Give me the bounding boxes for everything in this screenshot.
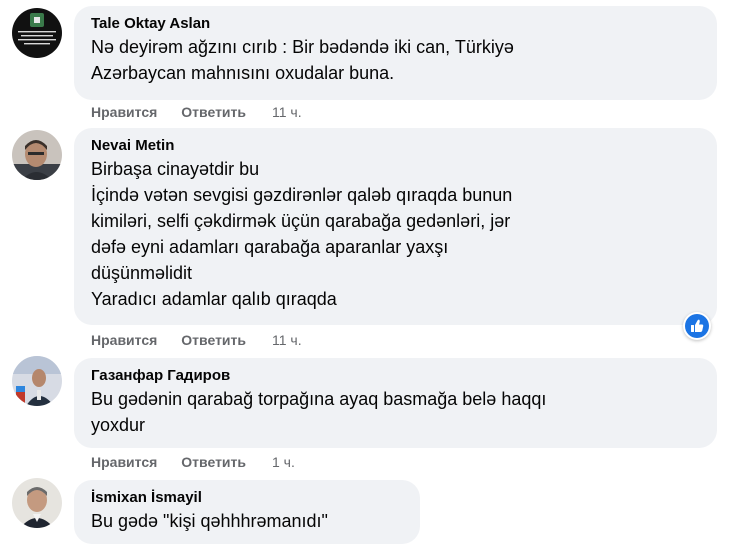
comment-timestamp[interactable]: 1 ч. [272,454,295,470]
comment-text-line: Birbaşa cinayətdir bu [91,159,260,179]
reply-button[interactable]: Ответить [181,454,246,470]
comment-text-line: Bu gədənin qarabağ torpağına ayaq basmağ… [91,389,547,409]
comment-text-line: İçində vətən sevgisi gəzdirənlər qaləb q… [91,185,513,205]
comment-bubble: Nevai Metin Birbaşa cinayətdir bu İçində… [74,128,717,325]
comment-actions: Нравится Ответить 11 ч. [91,332,302,348]
comment-bubble: Газанфар Гадиров Bu gədənin qarabağ torp… [74,358,717,448]
profile-picture-icon [12,356,62,406]
comment-text-line: düşünməlidit [91,263,193,283]
avatar[interactable] [12,478,62,528]
comment-timestamp[interactable]: 11 ч. [272,332,302,348]
comment-author[interactable]: Газанфар Гадиров [91,366,701,386]
avatar[interactable] [12,356,62,406]
comment-author[interactable]: İsmixan İsmayil [91,488,404,508]
comment-text-line: Yaradıcı adamlar qalıb qıraqda [91,289,337,309]
like-button[interactable]: Нравится [91,104,157,120]
comment-text-line: dəfə eyni adamları qarabağa aparanlar ya… [91,237,449,257]
comment-author[interactable]: Nevai Metin [91,136,701,156]
like-button[interactable]: Нравится [91,332,157,348]
comment-actions: Нравится Ответить 11 ч. [91,104,302,120]
comment-actions: Нравится Ответить 1 ч. [91,454,295,470]
comment-author[interactable]: Tale Oktay Aslan [91,14,701,34]
comment-text-line: kimiləri, selfi çəkdirmək üçün qarabağa … [91,211,511,231]
avatar[interactable] [12,8,62,58]
comment-text-line: Azərbaycan mahnısını oxudalar buna. [91,63,395,83]
comment-timestamp[interactable]: 11 ч. [272,104,302,120]
comment-text-line: Nə deyirəm ağzını cırıb : Bir bədəndə ik… [91,37,514,57]
thumbs-up-icon [691,319,704,332]
reaction-disc [685,314,709,338]
avatar[interactable] [12,130,62,180]
comment-bubble: İsmixan İsmayil Bu gədə "kişi qəhhhrəman… [74,480,420,544]
profile-picture-icon [12,8,62,58]
profile-picture-icon [12,478,62,528]
comment-bubble: Tale Oktay Aslan Nə deyirəm ağzını cırıb… [74,6,717,100]
reaction-badge[interactable] [683,312,711,340]
like-button[interactable]: Нравится [91,454,157,470]
reply-button[interactable]: Ответить [181,332,246,348]
reply-button[interactable]: Ответить [181,104,246,120]
comment-text-line: Bu gədə "kişi qəhhhrəmanıdı" [91,511,328,531]
profile-picture-icon [12,130,62,180]
comment-text-line: yoxdur [91,415,146,435]
